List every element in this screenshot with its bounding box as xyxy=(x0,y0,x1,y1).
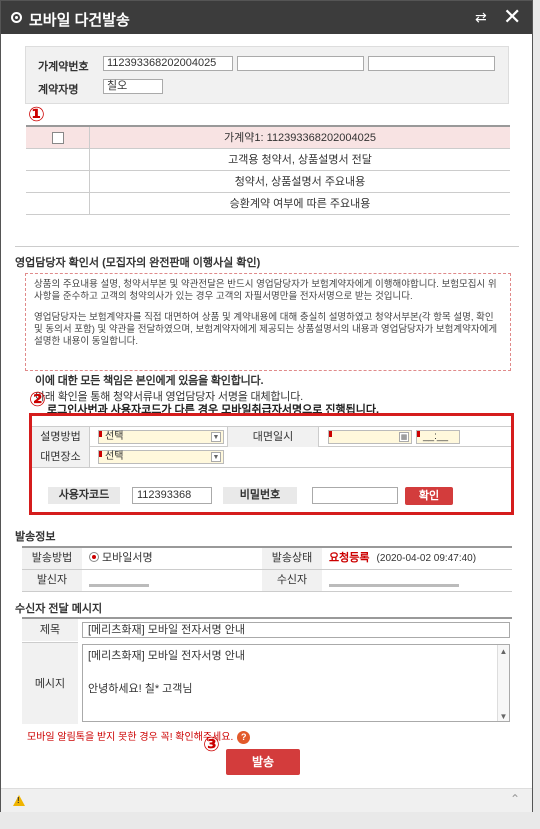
time-value: __:__ xyxy=(423,431,449,442)
window-title: 모바일 다건발송 xyxy=(29,12,130,29)
send-status-value: 요청등록 xyxy=(329,552,370,564)
usercode-input[interactable]: 112393368 xyxy=(132,487,212,504)
caret-up-icon[interactable]: ⌃ xyxy=(510,792,520,806)
checkbox-cell xyxy=(26,127,90,149)
table-row[interactable]: 고객용 청약서, 상품설명서 전달 xyxy=(26,149,510,171)
usercode-label: 사용자코드 xyxy=(48,487,120,504)
send-status-label: 발송상태 xyxy=(262,548,322,569)
message-line-1: [메리츠화재] 모바일 전자서명 안내 xyxy=(88,650,245,662)
method-select-value: 선택 xyxy=(105,431,124,442)
send-method-option[interactable]: 모바일서명 xyxy=(84,548,153,569)
confirm-button[interactable]: 확인 xyxy=(405,487,453,505)
send-method-value: 모바일서명 xyxy=(102,552,153,564)
required-mark xyxy=(99,451,102,457)
required-mark xyxy=(417,431,420,437)
contract-no-field[interactable]: 112393368202004025 xyxy=(103,56,233,71)
checkbox-cell xyxy=(26,193,90,215)
sender-value xyxy=(84,570,149,591)
contract-no-extra-field-2[interactable] xyxy=(368,56,495,71)
message-table: 제목 [메리츠화재] 모바일 전자서명 안내 메시지 [메리츠화재] 모바일 전… xyxy=(22,617,512,724)
annotation-marker-1: ① xyxy=(28,104,45,126)
message-line-2: 안녕하세요! 칠* 고객님 xyxy=(88,683,193,695)
required-mark xyxy=(99,431,102,437)
calendar-icon[interactable]: ▦ xyxy=(399,432,409,442)
sales-confirm-title: 영업담당자 확인서 (모집자의 완전판매 이행사실 확인) xyxy=(15,257,261,269)
send-button[interactable]: 발송 xyxy=(226,749,300,775)
table-row[interactable]: 승환계약 여부에 따른 주요내용 xyxy=(26,193,510,215)
contractor-field[interactable]: 칠오 xyxy=(103,79,163,94)
document-table: 가계약1: 112393368202004025 고객용 청약서, 상품설명서 … xyxy=(26,125,510,215)
refresh-icon[interactable]: ⇄ xyxy=(475,9,487,26)
sender-label: 발신자 xyxy=(22,570,82,591)
send-info-table: 발송방법 모바일서명 발송상태 요청등록 (2020-04-02 09:47:4… xyxy=(22,546,512,592)
contractor-label: 계약자명 xyxy=(38,84,79,96)
auth-row-method: 설명방법 선택 ▼ 대면일시 ▦ __:__ xyxy=(32,426,511,447)
contract-info-box: 가계약번호 112393368202004025 계약자명 칠오 xyxy=(25,46,509,104)
send-info-title: 발송정보 xyxy=(15,531,56,543)
subject-input[interactable]: [메리츠화재] 모바일 전자서명 안내 xyxy=(82,622,510,638)
document-label: 승환계약 여부에 따른 주요내용 xyxy=(229,198,371,210)
popup-window: 모바일 다건발송 ⇄ ✕ 가계약번호 112393368202004025 계약… xyxy=(0,0,533,812)
place-label: 대면장소 xyxy=(32,447,90,467)
subject-label: 제목 xyxy=(22,619,78,641)
responsibility-text: 이에 대한 모든 책임은 본인에게 있음을 확인합니다. 아래 확인을 통해 청… xyxy=(35,372,303,404)
notice-paragraph-1: 상품의 주요내용 설명, 청약서부본 및 약관전달은 반드시 영업담당자가 보험… xyxy=(34,279,497,302)
scroll-down-icon[interactable]: ▼ xyxy=(498,710,509,721)
masked-text xyxy=(329,584,459,587)
scroll-up-icon[interactable]: ▲ xyxy=(498,645,509,656)
responsibility-line-1: 이에 대한 모든 책임은 본인에게 있음을 확인합니다. xyxy=(35,375,264,387)
time-input[interactable]: __:__ xyxy=(416,430,460,444)
status-footer: ⌃ xyxy=(1,788,532,812)
checkbox-cell xyxy=(26,149,90,171)
send-status-time: (2020-04-02 09:47:40) xyxy=(376,553,477,564)
table-row[interactable]: 가계약1: 112393368202004025 xyxy=(26,127,510,149)
place-select[interactable]: 선택 ▼ xyxy=(98,450,224,464)
contract-no-extra-field-1[interactable] xyxy=(237,56,364,71)
chevron-down-icon: ▼ xyxy=(211,432,221,442)
table-row[interactable]: 청약서, 상품설명서 주요내용 xyxy=(26,171,510,193)
annotation-marker-3: ③ xyxy=(203,734,220,756)
document-label: 청약서, 상품설명서 주요내용 xyxy=(234,176,366,188)
title-bar: 모바일 다건발송 ⇄ ✕ xyxy=(1,1,532,34)
checkbox-cell xyxy=(26,171,90,193)
password-label: 비밀번호 xyxy=(223,487,297,504)
method-select[interactable]: 선택 ▼ xyxy=(98,430,224,444)
contract-no-label: 가계약번호 xyxy=(38,61,89,73)
place-select-value: 선택 xyxy=(105,451,124,462)
password-input[interactable] xyxy=(312,487,398,504)
receiver-label: 수신자 xyxy=(262,570,322,591)
sales-confirm-notice: 상품의 주요내용 설명, 청약서부본 및 약관전달은 반드시 영업담당자가 보험… xyxy=(25,273,511,371)
document-label: 고객용 청약서, 상품설명서 전달 xyxy=(228,154,372,166)
message-textarea[interactable]: [메리츠화재] 모바일 전자서명 안내 안녕하세요! 칠* 고객님 ▲ ▼ xyxy=(82,644,510,722)
send-method-label: 발송방법 xyxy=(22,548,82,569)
help-icon[interactable]: ? xyxy=(237,730,251,744)
send-status-cell: 요청등록 (2020-04-02 09:47:40) xyxy=(324,548,476,569)
receiver-value xyxy=(324,570,459,591)
title-bullet-icon xyxy=(11,12,22,23)
message-scrollbar[interactable]: ▲ ▼ xyxy=(497,645,509,721)
required-mark xyxy=(329,431,332,437)
document-label: 가계약1: 112393368202004025 xyxy=(224,132,376,144)
annotation-marker-2: ② xyxy=(29,389,46,411)
table-row: 발신자 수신자 xyxy=(22,570,512,592)
method-label: 설명방법 xyxy=(32,427,90,447)
table-row: 발송방법 모바일서명 발송상태 요청등록 (2020-04-02 09:47:4… xyxy=(22,548,512,570)
notice-paragraph-2: 영업담당자는 보험계약자를 직접 대면하여 상품 및 계약내용에 대해 충실히 … xyxy=(34,312,498,347)
message-title: 수신자 전달 메시지 xyxy=(15,603,103,615)
auth-row-place: 대면장소 선택 ▼ xyxy=(32,447,511,468)
contract-checkbox[interactable] xyxy=(52,132,64,144)
divider xyxy=(15,246,519,247)
chevron-down-icon: ▼ xyxy=(211,452,221,462)
date-label: 대면일시 xyxy=(227,427,319,447)
body-label: 메시지 xyxy=(22,642,78,724)
masked-text xyxy=(89,584,149,587)
warning-icon xyxy=(13,795,25,806)
date-input[interactable]: ▦ xyxy=(328,430,412,444)
sales-auth-box: 설명방법 선택 ▼ 대면일시 ▦ __:__ 대면장소 선택 ▼ 사용자코드 1… xyxy=(29,413,514,515)
close-icon[interactable]: ✕ xyxy=(503,4,521,30)
radio-selected-icon[interactable] xyxy=(89,552,99,562)
